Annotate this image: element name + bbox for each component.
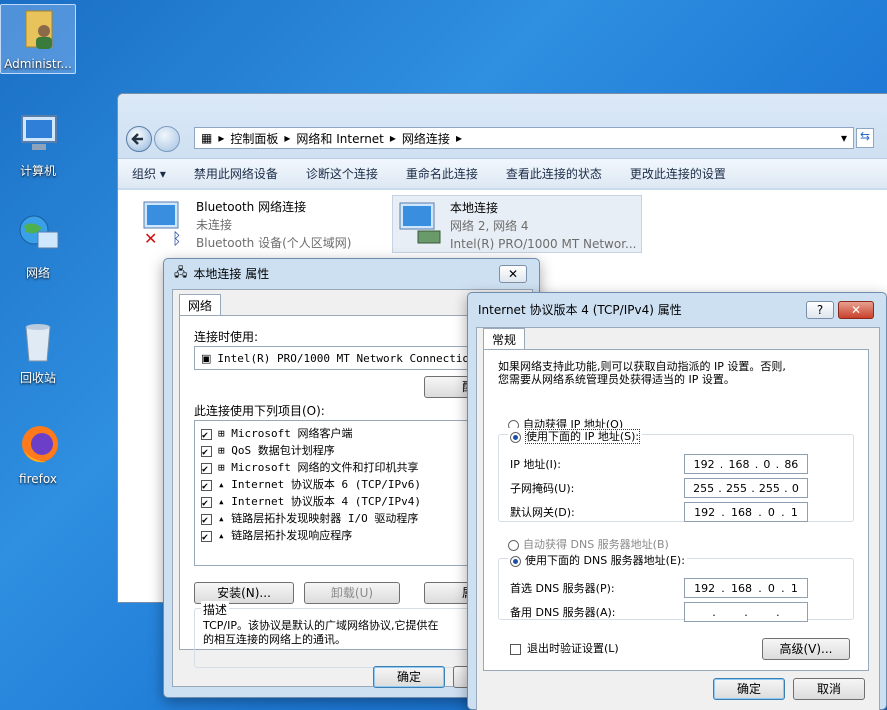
subnet-mask-field[interactable]: 255.255.255.0 bbox=[684, 478, 808, 498]
user-folder-icon bbox=[14, 5, 62, 53]
disable-device-button[interactable]: 禁用此网络设备 bbox=[180, 165, 292, 182]
desktop-icon-administrator[interactable]: Administr... bbox=[0, 4, 76, 74]
item-icon: ▴ bbox=[218, 512, 231, 525]
item-icon: ▴ bbox=[218, 478, 231, 491]
connection-bluetooth[interactable]: ✕ᛒ Bluetooth 网络连接 未连接 Bluetooth 设备(个人区域网… bbox=[140, 198, 351, 252]
description-label: 描述 bbox=[201, 601, 229, 618]
ip-address-field[interactable]: 192.168.0.86 bbox=[684, 454, 808, 474]
ok-button[interactable]: 确定 bbox=[713, 678, 785, 700]
cancel-button[interactable]: 取消 bbox=[793, 678, 865, 700]
alternate-dns-field[interactable]: ... bbox=[684, 602, 808, 622]
close-button[interactable]: ✕ bbox=[499, 265, 527, 283]
item-icon: ⊞ bbox=[218, 427, 231, 440]
refresh-icon[interactable]: ⇆ bbox=[856, 128, 874, 148]
intro-text: 如果网络支持此功能,则可以获取自动指派的 IP 设置。否则, 您需要从网络系统管… bbox=[498, 360, 786, 386]
view-status-button[interactable]: 查看此连接的状态 bbox=[492, 165, 616, 182]
desktop-icon-recycle-bin[interactable]: 回收站 bbox=[0, 317, 76, 386]
advanced-button[interactable]: 高级(V)... bbox=[762, 638, 850, 660]
desktop-icon-network[interactable]: 网络 bbox=[0, 212, 76, 281]
svg-text:ᛒ: ᛒ bbox=[172, 229, 182, 246]
computer-icon bbox=[14, 110, 62, 158]
explorer-header: ▦ ▸ 控制面板 ▸ 网络和 Internet ▸ 网络连接 ▸ ▾ ⇆ 组织 … bbox=[118, 94, 887, 190]
ok-button[interactable]: 确定 bbox=[373, 666, 445, 688]
adapter-name: Intel(R) PRO/1000 MT Network Connection bbox=[217, 352, 475, 365]
command-bar: 组织 ▾ 禁用此网络设备 诊断这个连接 重命名此连接 查看此连接的状态 更改此连… bbox=[118, 158, 887, 188]
item-icon: ▴ bbox=[218, 529, 231, 542]
breadcrumb-item[interactable]: 网络和 Internet bbox=[296, 130, 383, 147]
forward-button[interactable] bbox=[154, 126, 180, 152]
address-bar[interactable]: ▦ ▸ 控制面板 ▸ 网络和 Internet ▸ 网络连接 ▸ ▾ bbox=[194, 127, 854, 149]
connection-name: 本地连接 bbox=[450, 199, 637, 217]
preferred-dns-field[interactable]: 192.168.0.1 bbox=[684, 578, 808, 598]
connection-device: Intel(R) PRO/1000 MT Networ... bbox=[450, 235, 637, 253]
auto-dns-radio[interactable]: 自动获得 DNS 服务器地址(B) bbox=[508, 536, 669, 552]
desktop-icon-computer[interactable]: 计算机 bbox=[0, 110, 76, 179]
connection-status: 网络 2, 网络 4 bbox=[450, 217, 637, 235]
general-tab-panel: 如果网络支持此功能,则可以获取自动指派的 IP 设置。否则, 您需要从网络系统管… bbox=[483, 349, 869, 671]
close-button[interactable]: ✕ bbox=[838, 301, 874, 319]
navigation-bar: ▦ ▸ 控制面板 ▸ 网络和 Internet ▸ 网络连接 ▸ ▾ ⇆ bbox=[126, 124, 887, 152]
desktop-icon-label: 计算机 bbox=[0, 162, 76, 179]
breadcrumb-item[interactable]: 网络连接 bbox=[402, 130, 450, 147]
desktop-icon-label: firefox bbox=[0, 472, 76, 486]
organize-button[interactable]: 组织 ▾ bbox=[118, 165, 180, 182]
connection-device: Bluetooth 设备(个人区域网) bbox=[196, 234, 351, 252]
item-icon: ⊞ bbox=[218, 444, 231, 457]
control-panel-icon: ▦ bbox=[201, 131, 212, 145]
firefox-icon bbox=[14, 420, 62, 468]
desktop-icon-label: 回收站 bbox=[0, 369, 76, 386]
adapter-icon: ▣ bbox=[201, 352, 211, 365]
connection-status: 未连接 bbox=[196, 216, 351, 234]
ip-address-label: IP 地址(I): bbox=[510, 456, 561, 472]
manual-ip-radio[interactable]: 使用下面的 IP 地址(S): bbox=[508, 428, 642, 444]
description-text: TCP/IP。该协议是默认的广域网络协议,它提供在 的相互连接的网络上的通讯。 bbox=[203, 619, 438, 647]
desktop-icon-label: 网络 bbox=[0, 264, 76, 281]
validate-checkbox[interactable]: 退出时验证设置(L) bbox=[510, 640, 619, 656]
connection-name: Bluetooth 网络连接 bbox=[196, 198, 351, 216]
gateway-label: 默认网关(D): bbox=[510, 504, 575, 520]
svg-text:✕: ✕ bbox=[144, 229, 157, 246]
back-button[interactable] bbox=[126, 126, 152, 152]
dialog-title: Internet 协议版本 4 (TCP/IPv4) 属性 bbox=[478, 301, 682, 318]
desktop-icon-label: Administr... bbox=[1, 57, 75, 71]
diagnose-button[interactable]: 诊断这个连接 bbox=[292, 165, 392, 182]
network-globe-icon bbox=[14, 212, 62, 260]
network-adapter-icon: ✕ᛒ bbox=[140, 198, 188, 246]
help-button[interactable]: ? bbox=[806, 301, 834, 319]
breadcrumb-item[interactable]: 控制面板 bbox=[230, 130, 278, 147]
items-label: 此连接使用下列项目(O): bbox=[194, 402, 325, 419]
manual-dns-radio[interactable]: 使用下面的 DNS 服务器地址(E): bbox=[508, 552, 687, 568]
uninstall-button[interactable]: 卸载(U) bbox=[304, 582, 400, 604]
change-settings-button[interactable]: 更改此连接的设置 bbox=[616, 165, 740, 182]
network-icon: 🖧 bbox=[174, 263, 187, 284]
subnet-mask-label: 子网掩码(U): bbox=[510, 480, 574, 496]
connect-using-label: 连接时使用: bbox=[194, 328, 258, 345]
item-icon: ⊞ bbox=[218, 461, 231, 474]
desktop-icon-firefox[interactable]: firefox bbox=[0, 420, 76, 486]
gateway-field[interactable]: 192.168.0.1 bbox=[684, 502, 808, 522]
ipv4-properties-dialog: Internet 协议版本 4 (TCP/IPv4) 属性 ? ✕ 常规 如果网… bbox=[467, 292, 887, 710]
item-icon: ▴ bbox=[218, 495, 231, 508]
dialog-title: 本地连接 属性 bbox=[193, 265, 269, 282]
alternate-dns-label: 备用 DNS 服务器(A): bbox=[510, 604, 616, 620]
recycle-bin-icon bbox=[14, 317, 62, 365]
preferred-dns-label: 首选 DNS 服务器(P): bbox=[510, 580, 615, 596]
tab-network[interactable]: 网络 bbox=[179, 294, 221, 316]
network-adapter-icon bbox=[396, 199, 444, 247]
connection-local[interactable]: 本地连接 网络 2, 网络 4 Intel(R) PRO/1000 MT Net… bbox=[392, 195, 642, 253]
rename-button[interactable]: 重命名此连接 bbox=[392, 165, 492, 182]
address-dropdown-icon[interactable]: ▾ bbox=[841, 131, 847, 145]
tab-general[interactable]: 常规 bbox=[483, 328, 525, 350]
